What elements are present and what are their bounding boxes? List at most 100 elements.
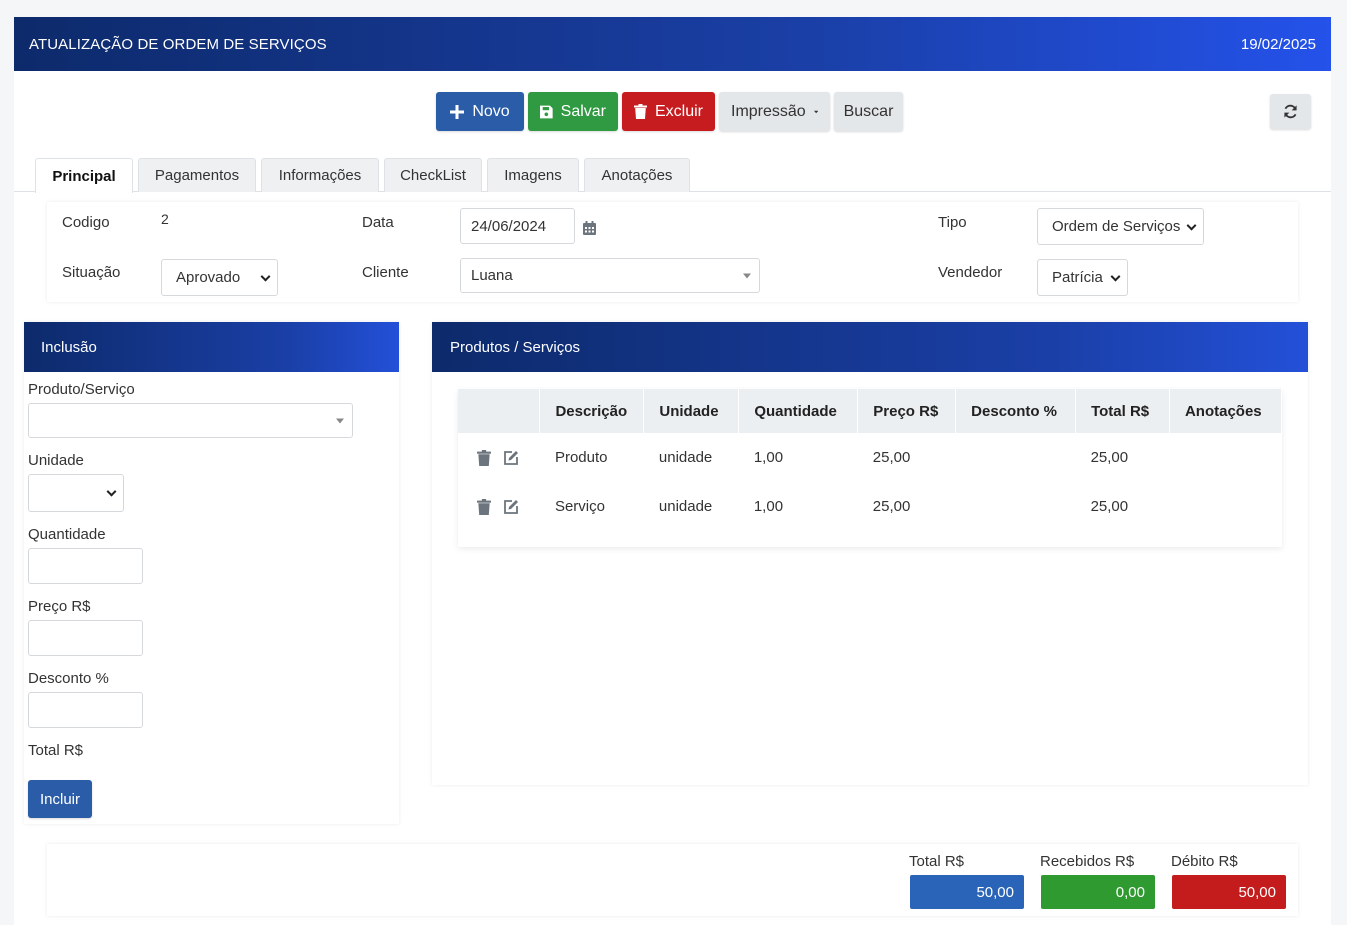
recebidos-value: 0,00 [1115, 883, 1145, 901]
situacao-select[interactable]: Aprovado [161, 259, 278, 296]
buscar-button[interactable]: Buscar [834, 92, 903, 131]
cell-preco: 25,00 [872, 449, 911, 466]
tab-principal[interactable]: Principal [35, 158, 133, 193]
page-title: ATUALIZAÇÃO DE ORDEM DE SERVIÇOS [29, 35, 327, 53]
app-window: ATUALIZAÇÃO DE ORDEM DE SERVIÇOS 19/02/2… [14, 17, 1331, 925]
desconto-label: Desconto % [28, 670, 109, 687]
inclusao-title: Inclusão [41, 338, 97, 356]
cell-quantidade: 1,00 [753, 449, 784, 466]
cell-desconto [956, 433, 1076, 482]
col-quantidade[interactable]: Quantidade [738, 389, 859, 433]
chevron-down-icon [1110, 271, 1121, 282]
tipo-select[interactable]: Ordem de Serviços [1037, 208, 1204, 245]
edit-icon[interactable] [503, 450, 519, 466]
refresh-icon [1284, 104, 1297, 119]
tab-bar: Principal Pagamentos Informações CheckLi… [14, 158, 1331, 193]
total-value-box: 50,00 [910, 875, 1024, 909]
salvar-button[interactable]: Salvar [528, 92, 618, 131]
tab-informacoes[interactable]: Informações [261, 158, 379, 192]
tab-pagamentos[interactable]: Pagamentos [138, 158, 256, 192]
data-input-value: 24/06/2024 [471, 217, 547, 235]
debito-value: 50,00 [1238, 883, 1276, 901]
impressao-dropdown-button[interactable]: Impressão [719, 92, 830, 131]
cell-total: 25,00 [1090, 498, 1129, 515]
cell-desconto [956, 482, 1076, 531]
preco-label: Preço R$ [28, 598, 91, 615]
cliente-select-value: Luana [471, 267, 513, 284]
cell-unidade: unidade [658, 449, 713, 466]
recebidos-label: Recebidos R$ [1040, 853, 1135, 870]
inclusao-panel: Inclusão Produto/Serviço Unidade Quantid… [24, 322, 399, 824]
vendedor-select-value: Patrícia [1052, 269, 1103, 286]
cell-preco: 25,00 [872, 498, 911, 515]
total-label: Total R$ [909, 853, 965, 870]
caret-down-icon [813, 110, 818, 113]
tab-anotacoes[interactable]: Anotações [584, 158, 690, 192]
total-label: Total R$ [28, 742, 84, 759]
salvar-label: Salvar [560, 102, 606, 120]
trash-icon [634, 104, 647, 119]
produtos-table: Descrição Unidade Quantidade Preço R$ De… [458, 389, 1283, 531]
unidade-label: Unidade [28, 452, 84, 469]
desconto-input[interactable] [28, 692, 143, 728]
cell-descricao: Produto [554, 449, 608, 466]
unidade-select[interactable] [28, 474, 124, 512]
chevron-down-icon [260, 271, 271, 282]
header-date: 19/02/2025 [1240, 35, 1316, 53]
calendar-icon[interactable] [583, 221, 596, 235]
cell-quantidade: 1,00 [753, 498, 784, 515]
impressao-label: Impressão [731, 102, 806, 120]
cell-descricao: Serviço [554, 498, 605, 515]
main-form: Codigo 2 Data 24/06/2024 Tipo Ordem de S… [47, 202, 1298, 302]
data-input[interactable]: 24/06/2024 [460, 208, 575, 244]
quantidade-label: Quantidade [28, 526, 106, 543]
tab-imagens[interactable]: Imagens [487, 158, 579, 192]
novo-label: Novo [472, 102, 510, 120]
cliente-label: Cliente [362, 264, 409, 281]
produtos-title: Produtos / Serviços [450, 338, 581, 356]
edit-icon[interactable] [503, 499, 519, 515]
excluir-button[interactable]: Excluir [622, 92, 715, 131]
col-preco[interactable]: Preço R$ [857, 389, 957, 433]
chevron-down-icon [106, 486, 117, 497]
situacao-label: Situação [62, 264, 121, 281]
col-total[interactable]: Total R$ [1075, 389, 1170, 433]
col-anotacoes[interactable]: Anotações [1169, 389, 1283, 433]
produtos-header: Produtos / Serviços [432, 322, 1308, 372]
buscar-label: Buscar [843, 102, 894, 120]
table-row: Produto unidade 1,00 25,00 25,00 [458, 433, 1282, 482]
produtos-panel: Produtos / Serviços Descrição Unidade Qu… [432, 322, 1308, 785]
col-unidade[interactable]: Unidade [643, 389, 740, 433]
col-descricao[interactable]: Descrição [539, 389, 645, 433]
page-header: ATUALIZAÇÃO DE ORDEM DE SERVIÇOS 19/02/2… [14, 17, 1331, 71]
tab-checklist[interactable]: CheckList [384, 158, 482, 192]
toolbar: Novo Salvar Excluir Impressão Buscar [436, 92, 903, 131]
situacao-select-value: Aprovado [176, 269, 241, 286]
excluir-label: Excluir [654, 102, 703, 120]
codigo-value: 2 [161, 211, 169, 227]
debito-label: Débito R$ [1171, 853, 1238, 870]
cell-total: 25,00 [1090, 449, 1129, 466]
table-header-row: Descrição Unidade Quantidade Preço R$ De… [458, 389, 1283, 433]
tipo-select-value: Ordem de Serviços [1052, 218, 1181, 235]
trash-icon[interactable] [477, 498, 491, 515]
cliente-select[interactable]: Luana [460, 258, 760, 293]
vendedor-select[interactable]: Patrícia [1037, 259, 1128, 296]
total-value: 50,00 [976, 883, 1014, 901]
table-row: Serviço unidade 1,00 25,00 25,00 [458, 482, 1282, 531]
caret-down-icon [336, 418, 344, 423]
incluir-button[interactable]: Incluir [28, 780, 92, 818]
tipo-label: Tipo [938, 214, 967, 231]
cell-anotacoes [1169, 482, 1281, 531]
refresh-button[interactable] [1270, 94, 1311, 129]
quantidade-input[interactable] [28, 548, 143, 584]
cell-unidade: unidade [658, 498, 713, 515]
novo-button[interactable]: Novo [436, 92, 524, 131]
data-label: Data [362, 214, 394, 231]
codigo-label: Codigo [62, 214, 110, 231]
trash-icon[interactable] [477, 449, 491, 466]
preco-input[interactable] [28, 620, 143, 656]
col-desconto[interactable]: Desconto % [955, 389, 1077, 433]
produto-select[interactable] [28, 403, 353, 438]
col-actions [458, 389, 541, 433]
